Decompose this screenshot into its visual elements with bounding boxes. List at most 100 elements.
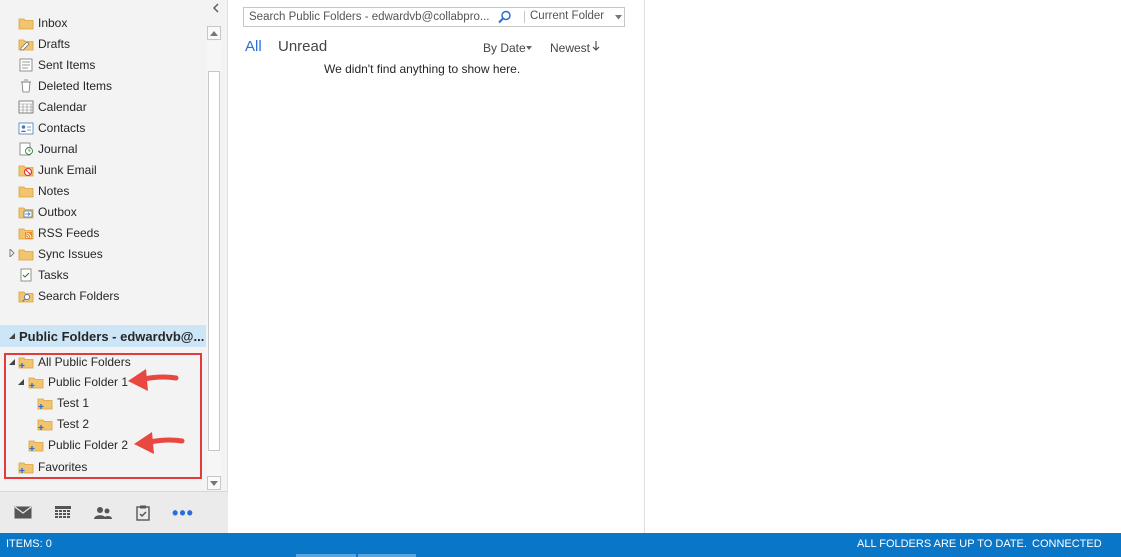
folder-drafts[interactable]: Drafts [0,33,206,54]
folder-label: Test 1 [57,395,90,410]
collapse-icon[interactable] [17,378,25,386]
folder-sync-issues[interactable]: Sync Issues [0,243,206,264]
search-divider [524,11,525,23]
folder-notes[interactable]: Notes [0,180,206,201]
scroll-down-icon [210,480,218,486]
public-folder-icon [18,357,34,369]
public-folders-header[interactable]: Public Folders - edwardvb@... [0,325,206,347]
folder-tasks[interactable]: Tasks [0,264,206,285]
contacts-icon [18,122,34,134]
notes-folder-icon [18,186,34,197]
folder-label: Sync Issues [38,246,103,261]
sync-issues-folder-icon [18,249,34,260]
scroll-up-button[interactable] [207,26,221,40]
tasks-icon [20,268,32,281]
scroll-up-icon [210,30,218,36]
folder-label: Drafts [38,36,71,51]
item-count: ITEMS: 0 [6,538,52,550]
inbox-folder-icon [18,18,34,29]
people-icon [94,506,112,519]
folder-rss-feeds[interactable]: RSS Feeds [0,222,206,243]
chevron-down-icon[interactable] [615,15,622,20]
folder-calendar[interactable]: Calendar [0,96,206,117]
expand-icon[interactable] [8,249,16,257]
chevron-down-icon[interactable] [526,46,532,50]
folder-label: Favorites [38,460,88,474]
folder-label: Public Folder 1 [48,375,129,389]
search-folders-icon [18,291,34,302]
collapse-pane-icon[interactable] [210,2,222,14]
module-navigation: ••• [0,491,228,533]
search-box: Current Folder [243,7,625,27]
folder-deleted-items[interactable]: Deleted Items [0,75,206,96]
public-folder-icon [28,377,44,389]
folder-label: Journal [38,141,78,156]
folder-label: Outbox [38,204,77,219]
calendar-icon [18,100,34,113]
folder-favorites[interactable]: Favorites [0,456,206,478]
collapse-icon[interactable] [8,332,16,340]
public-folder-icon [37,398,53,409]
folder-label: Tasks [38,267,69,282]
filter-tab-unread[interactable]: Unread [278,38,327,55]
more-button[interactable]: ••• [172,502,194,524]
calendar-button[interactable] [52,502,74,524]
deleted-items-icon [21,79,31,92]
connection-status: CONNECTED [1032,538,1102,550]
public-folder-icon [28,440,44,452]
sort-by-dropdown[interactable]: By Date [483,41,526,55]
public-folder-icon [37,419,53,430]
folder-contacts[interactable]: Contacts [0,117,206,138]
folder-label: All Public Folders [38,355,131,369]
folder-scrollbar[interactable] [207,26,221,491]
sort-order-toggle[interactable]: Newest [550,41,590,55]
folder-journal[interactable]: Journal [0,138,206,159]
mailbox-folder-list: Inbox Drafts Sent Items Deleted Items Ca… [0,12,206,306]
search-scope-dropdown[interactable]: Current Folder [530,10,604,22]
folder-label: Test 2 [57,416,90,431]
sent-items-icon [19,58,33,71]
tasks-icon [136,505,150,521]
mail-button[interactable] [12,502,34,524]
folder-junk-email[interactable]: Junk Email [0,159,206,180]
more-icon: ••• [172,502,194,523]
public-folders-title: Public Folders - edwardvb@... [19,328,205,344]
calendar-icon [55,505,71,518]
folder-label: Deleted Items [38,78,113,93]
people-button[interactable] [92,502,114,524]
folder-inbox[interactable]: Inbox [0,12,206,33]
drafts-folder-icon [18,39,34,50]
arrow-down-icon[interactable] [592,40,600,52]
mail-icon [14,506,32,519]
rss-feeds-icon [18,228,34,239]
annotation-arrow-icon [128,369,179,391]
folder-label: Calendar [38,99,87,114]
filter-tab-all[interactable]: All [245,38,262,55]
scroll-thumb[interactable] [208,71,220,451]
folder-label: Inbox [38,15,68,30]
folder-label: Search Folders [38,288,120,303]
collapse-icon[interactable] [8,358,16,366]
search-input[interactable] [244,8,494,26]
folder-label: RSS Feeds [38,225,100,240]
empty-list-message: We didn't find anything to show here. [324,62,521,76]
folder-search-folders[interactable]: Search Folders [0,285,206,306]
junk-email-icon [18,165,34,176]
sync-status: ALL FOLDERS ARE UP TO DATE. [857,538,1027,550]
folder-outbox[interactable]: Outbox [0,201,206,222]
favorites-folder-icon [18,462,34,474]
outbox-icon [18,207,34,218]
folder-pane: Inbox Drafts Sent Items Deleted Items Ca… [0,0,228,491]
journal-icon [19,142,33,155]
folder-label: Public Folder 2 [48,438,129,452]
folder-sent-items[interactable]: Sent Items [0,54,206,75]
folder-label: Junk Email [38,162,97,177]
outlook-window: Inbox Drafts Sent Items Deleted Items Ca… [0,0,1121,557]
reading-pane-divider[interactable] [644,0,645,533]
folder-label: Notes [38,183,70,198]
tasks-button[interactable] [132,502,154,524]
scroll-down-button[interactable] [207,476,221,490]
folder-label: Sent Items [38,57,96,72]
scroll-track[interactable] [207,41,221,481]
search-icon[interactable] [498,10,512,24]
